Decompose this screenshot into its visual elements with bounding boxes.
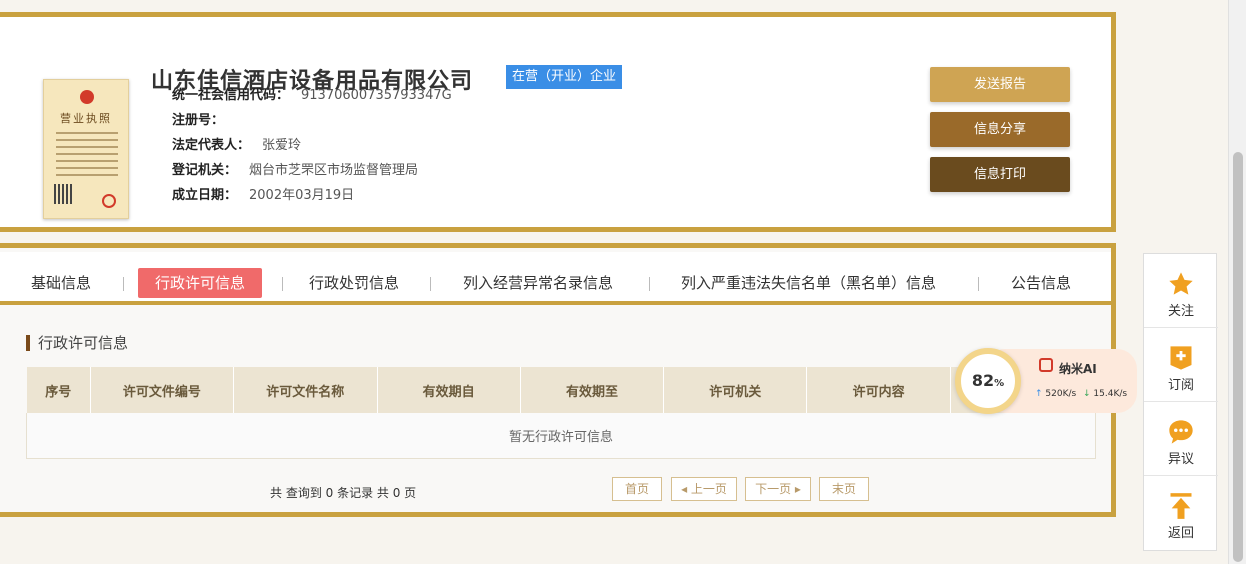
first-page-button[interactable]: 首页	[612, 477, 662, 501]
column-header: 许可内容	[806, 367, 952, 413]
last-page-button[interactable]: 末页	[819, 477, 869, 501]
sidebar-item-label: 关注	[1167, 304, 1194, 319]
sidebar-item-objection[interactable]: 异议	[1144, 402, 1218, 476]
print-info-button[interactable]: 信息打印	[930, 157, 1070, 192]
upload-speed: ↑ 520K/s	[1035, 389, 1076, 399]
next-page-label: 下一页	[755, 482, 792, 496]
section-title: 行政许可信息	[26, 335, 128, 351]
license-text-lines	[56, 132, 118, 181]
nami-ai-logo-icon	[1039, 358, 1053, 372]
tab-announcements[interactable]: 公告信息	[1011, 268, 1071, 298]
tab-divider	[978, 277, 979, 291]
tab-admin-penalty[interactable]: 行政处罚信息	[309, 268, 399, 298]
details-card: 基础信息 行政许可信息 行政处罚信息 列入经营异常名录信息 列入严重违法失信名单…	[0, 243, 1116, 517]
next-page-button[interactable]: 下一页 ▸	[745, 477, 811, 501]
status-badge: 在营（开业）企业	[506, 65, 623, 89]
chevron-right-icon: ▸	[794, 482, 801, 496]
established-date-label: 成立日期：	[172, 188, 238, 203]
usage-percent: 82	[971, 371, 995, 390]
tab-abnormal-list[interactable]: 列入经营异常名录信息	[463, 268, 613, 298]
tab-divider	[123, 277, 124, 291]
prev-page-button[interactable]: ◂ 上一页	[671, 477, 737, 501]
sidebar-item-subscribe[interactable]: 订阅	[1144, 328, 1218, 402]
company-card: 营业执照 山东佳信酒店设备用品有限公司 在营（开业）企业 统一社会信用代码： 91…	[0, 12, 1116, 232]
credit-code-label: 统一社会信用代码：	[172, 88, 290, 103]
empty-message: 暂无行政许可信息	[26, 413, 1096, 459]
ai-name: 纳米AI	[1059, 362, 1097, 376]
pagination-summary: 共 查询到 0 条记录 共 0 页	[270, 486, 417, 500]
license-title: 营业执照	[60, 112, 112, 125]
usage-percent-unit: %	[994, 378, 1005, 389]
column-header: 许可文件名称	[233, 367, 378, 413]
download-speed: ↓ 15.4K/s	[1083, 389, 1127, 399]
credit-code-value: 91370600735793347G	[301, 88, 452, 103]
qr-code-icon	[54, 184, 74, 204]
sidebar-item-label: 返回	[1167, 526, 1194, 541]
scrollbar-thumb[interactable]	[1233, 152, 1243, 562]
sidebar-item-back-to-top[interactable]: 返回	[1144, 476, 1218, 550]
legal-rep-label: 法定代表人：	[172, 138, 251, 153]
ai-speed-widget[interactable]: 82% 纳米AI ↑ 520K/s ↓ 15.4K/s	[955, 348, 1137, 414]
sidebar-item-label: 异议	[1167, 452, 1194, 467]
tab-bar: 基础信息 行政许可信息 行政处罚信息 列入经营异常名录信息 列入严重违法失信名单…	[0, 252, 1111, 305]
upload-speed-value: 520K/s	[1045, 389, 1077, 399]
arrow-down-icon: ↓	[1083, 389, 1091, 399]
share-info-button[interactable]: 信息分享	[930, 112, 1070, 147]
established-date-value: 2002年03月19日	[249, 188, 355, 203]
star-icon	[1169, 272, 1193, 295]
send-report-button[interactable]: 发送报告	[930, 67, 1070, 102]
registration-number-label: 注册号：	[172, 113, 225, 128]
column-header: 许可机关	[663, 367, 808, 413]
tab-divider	[282, 277, 283, 291]
established-date-row: 成立日期： 2002年03月19日	[172, 187, 354, 205]
tab-divider	[649, 277, 650, 291]
prev-page-label: 上一页	[690, 482, 727, 496]
business-license-image[interactable]: 营业执照	[43, 79, 129, 219]
download-speed-value: 15.4K/s	[1093, 389, 1128, 399]
column-header: 有效期自	[377, 367, 521, 413]
registration-authority-row: 登记机关： 烟台市芝罘区市场监督管理局	[172, 162, 418, 180]
memory-usage-ring: 82%	[955, 348, 1021, 414]
legal-rep-value: 张爱玲	[262, 138, 302, 153]
tab-divider	[430, 277, 431, 291]
tab-admin-license[interactable]: 行政许可信息	[138, 268, 263, 298]
sidebar-item-label: 订阅	[1167, 378, 1194, 393]
license-table: 序号 许可文件编号 许可文件名称 有效期自 有效期至 许可机关 许可内容 暂无行…	[26, 367, 1096, 459]
national-emblem-icon	[80, 90, 94, 104]
official-seal-icon	[102, 194, 116, 208]
subscribe-icon	[1170, 346, 1192, 370]
table-row: 暂无行政许可信息	[26, 413, 1096, 459]
column-header: 许可文件编号	[90, 367, 234, 413]
legal-rep-row: 法定代表人： 张爱玲	[172, 137, 301, 155]
table-header-row: 序号 许可文件编号 许可文件名称 有效期自 有效期至 许可机关 许可内容	[26, 367, 1096, 413]
registration-authority-value: 烟台市芝罘区市场监督管理局	[249, 163, 419, 178]
credit-code-row: 统一社会信用代码： 91370600735793347G	[172, 87, 452, 105]
column-header: 序号	[26, 367, 91, 413]
column-header: 有效期至	[520, 367, 665, 413]
registration-authority-label: 登记机关：	[172, 163, 238, 178]
comment-icon	[1169, 420, 1193, 444]
page-scrollbar[interactable]	[1228, 0, 1246, 564]
back-to-top-icon	[1170, 493, 1192, 519]
registration-number-row: 注册号：	[172, 112, 236, 130]
tab-basic-info[interactable]: 基础信息	[31, 268, 91, 298]
sidebar-item-follow[interactable]: 关注	[1144, 254, 1218, 328]
right-sidebar: 关注 订阅 异议 返回	[1143, 253, 1218, 551]
chevron-left-icon: ◂	[681, 482, 688, 496]
arrow-up-icon: ↑	[1035, 389, 1043, 399]
tab-blacklist[interactable]: 列入严重违法失信名单（黑名单）信息	[681, 268, 936, 298]
